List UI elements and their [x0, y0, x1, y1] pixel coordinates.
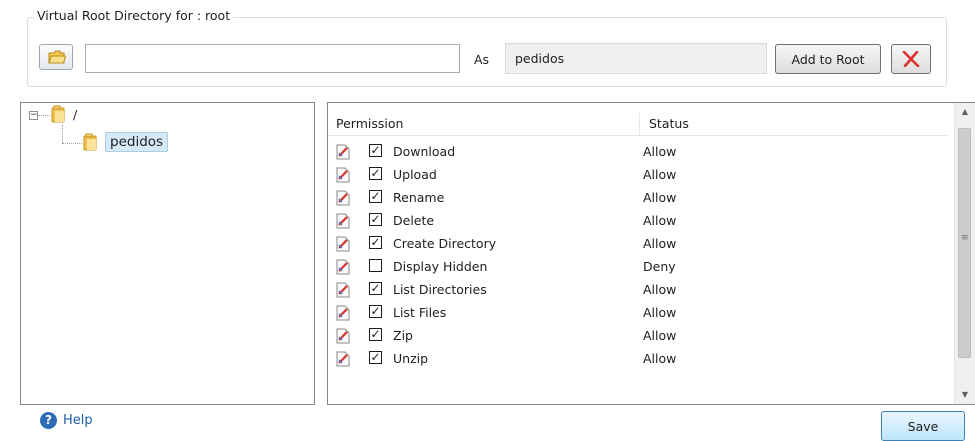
permission-row[interactable]: ✓ Download Allow [328, 140, 948, 163]
delete-button[interactable] [891, 44, 931, 74]
tree-node-label: / [73, 106, 78, 122]
permission-row[interactable]: ✓ List Files Allow [328, 301, 948, 324]
permission-checkbox[interactable]: ✓ [369, 351, 382, 364]
permission-status: Allow [643, 282, 677, 297]
tree-node-root[interactable]: / [51, 105, 77, 123]
permissions-grid[interactable]: Permission Status ✓ Download Allow ✓ Upload A… [327, 102, 975, 405]
column-header-status[interactable]: Status [649, 116, 689, 131]
permission-checkbox[interactable]: ✓ [369, 328, 382, 341]
folder-icon [51, 105, 65, 123]
scroll-down-arrow-icon[interactable]: ▼ [955, 386, 975, 404]
permission-doc-icon [336, 236, 350, 252]
tree-connector [62, 143, 82, 144]
permission-name: Rename [393, 190, 445, 205]
add-to-root-button[interactable]: Add to Root [775, 44, 881, 74]
save-label: Save [907, 418, 939, 434]
permission-status: Allow [643, 236, 677, 251]
folder-icon [83, 133, 97, 151]
permission-row[interactable]: ✓ Rename Allow [328, 186, 948, 209]
permission-doc-icon [336, 213, 350, 229]
permission-status: Allow [643, 144, 677, 159]
permission-status: Allow [643, 213, 677, 228]
permission-status: Allow [643, 167, 677, 182]
permission-row[interactable]: ✓ List Directories Allow [328, 278, 948, 301]
help-link[interactable]: ? Help [40, 412, 93, 429]
permission-checkbox[interactable]: ✓ [369, 305, 382, 318]
permission-checkbox[interactable]: ✓ [369, 213, 382, 226]
permission-status: Allow [643, 305, 677, 320]
add-to-root-label: Add to Root [791, 51, 865, 67]
permission-checkbox[interactable]: ✓ [369, 144, 382, 157]
permission-checkbox[interactable]: ✓ [369, 282, 382, 295]
alias-field[interactable] [505, 43, 767, 74]
vertical-scrollbar[interactable]: ▲ ≡ ▼ [954, 103, 975, 404]
group-title: Virtual Root Directory for : root [34, 8, 234, 23]
grid-header: Permission Status [328, 113, 948, 136]
permission-row[interactable]: ✓ Upload Allow [328, 163, 948, 186]
tree-node-label: pedidos [105, 132, 169, 152]
red-x-icon [902, 51, 920, 67]
scroll-up-arrow-icon[interactable]: ▲ [955, 103, 975, 121]
tree-connector [62, 125, 63, 143]
column-header-permission[interactable]: Permission [336, 116, 403, 131]
permission-name: Upload [393, 167, 437, 182]
permission-doc-icon [336, 167, 350, 183]
permission-name: Unzip [393, 351, 429, 366]
tree-connector [38, 115, 50, 116]
permission-doc-icon [336, 190, 350, 206]
permission-checkbox[interactable]: ✓ [369, 236, 382, 249]
permission-name: List Directories [393, 282, 487, 297]
permission-doc-icon [336, 305, 350, 321]
browse-folder-button[interactable] [39, 44, 73, 70]
permission-row[interactable]: ✓ Create Directory Allow [328, 232, 948, 255]
permission-row[interactable]: ✓ Delete Allow [328, 209, 948, 232]
scroll-thumb[interactable]: ≡ [958, 128, 971, 358]
folder-open-icon [48, 50, 66, 64]
directory-tree[interactable]: − / pedidos [20, 102, 315, 405]
help-label: Help [63, 413, 93, 428]
path-input[interactable] [85, 44, 460, 73]
column-divider[interactable] [639, 113, 640, 135]
permission-status: Allow [643, 328, 677, 343]
help-icon: ? [40, 412, 57, 429]
permission-doc-icon [336, 328, 350, 344]
as-label: As [474, 52, 490, 67]
permission-doc-icon [336, 282, 350, 298]
permission-status: Allow [643, 351, 677, 366]
permission-doc-icon [336, 144, 350, 160]
permission-row[interactable]: Display Hidden Deny [328, 255, 948, 278]
permission-doc-icon [336, 351, 350, 367]
permission-checkbox[interactable]: ✓ [369, 190, 382, 203]
permission-name: List Files [393, 305, 447, 320]
permission-checkbox[interactable]: ✓ [369, 167, 382, 180]
permission-row[interactable]: ✓ Zip Allow [328, 324, 948, 347]
permission-name: Delete [393, 213, 435, 228]
save-button[interactable]: Save [881, 411, 965, 441]
collapse-toggle[interactable]: − [29, 111, 38, 120]
permission-doc-icon [336, 259, 350, 275]
permission-name: Create Directory [393, 236, 497, 251]
permission-checkbox[interactable] [369, 259, 382, 272]
permission-name: Download [393, 144, 456, 159]
permission-name: Zip [393, 328, 413, 343]
tree-node-pedidos[interactable]: pedidos [83, 132, 169, 152]
permission-name: Display Hidden [393, 259, 488, 274]
permission-status: Deny [643, 259, 676, 274]
permission-status: Allow [643, 190, 677, 205]
grip-icon: ≡ [961, 233, 969, 243]
permission-row[interactable]: ✓ Unzip Allow [328, 347, 948, 370]
